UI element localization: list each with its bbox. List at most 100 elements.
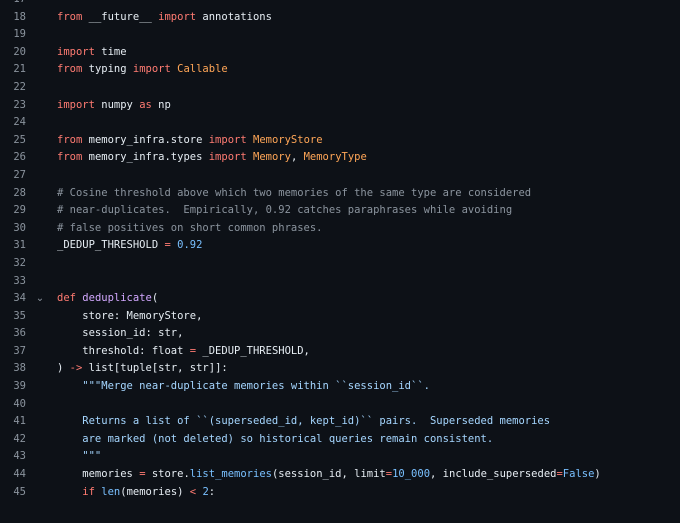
code-token: False	[562, 468, 595, 481]
code-line: 19	[0, 26, 680, 44]
code-line: 31 _DEDUP_THRESHOLD = 0.92	[0, 237, 680, 255]
line-number: 35	[13, 309, 26, 322]
code-text: from memory_infra.types import Memory, M…	[57, 149, 367, 167]
line-number: 45	[13, 485, 26, 498]
code-text: def deduplicate(	[57, 290, 158, 308]
code-token: """Merge near-duplicate memories within …	[57, 380, 430, 393]
chevron-down-icon[interactable]: ⌄	[34, 290, 46, 308]
line-number: 36	[13, 327, 26, 340]
code-token: typing	[82, 63, 133, 76]
code-token: )	[57, 362, 70, 375]
code-text: _DEDUP_THRESHOLD = 0.92	[57, 237, 202, 255]
code-line: 38) -> list[tuple[str, str]]:	[0, 360, 680, 378]
code-line: 43 """	[0, 448, 680, 466]
code-token: import	[57, 45, 95, 58]
code-text: Returns a list of ``(superseded_id, kept…	[57, 413, 550, 431]
line-number: 32	[13, 256, 26, 269]
code-token: _DEDUP_THRESHOLD	[57, 239, 165, 252]
code-text: """	[57, 448, 101, 466]
code-token: store: MemoryStore,	[57, 309, 203, 322]
code-line: 24	[0, 114, 680, 132]
code-line: 29 # near-duplicates. Empirically, 0.92 c…	[0, 202, 680, 220]
code-line: 27	[0, 167, 680, 185]
code-token: """	[57, 450, 102, 463]
line-number: 26	[13, 151, 26, 164]
code-token: len	[101, 485, 121, 498]
code-token: MemoryType	[303, 151, 367, 164]
code-line: 37 threshold: float = _DEDUP_THRESHOLD,	[0, 343, 680, 361]
line-number: 29	[13, 204, 26, 217]
line-number: 43	[13, 450, 26, 463]
code-text: store: MemoryStore,	[57, 308, 202, 326]
code-token: as	[139, 98, 152, 111]
code-line: 41 Returns a list of ``(superseded_id, k…	[0, 413, 680, 431]
code-text: from __future__ import annotations	[57, 9, 272, 27]
line-number: 28	[13, 186, 26, 199]
line-number: 38	[13, 362, 26, 375]
line-number: 25	[13, 133, 26, 146]
code-view: 1718 from __future__ import annotations 19…	[0, 0, 680, 501]
code-text: # Cosine threshold above which two memor…	[57, 185, 531, 203]
line-number: 41	[13, 415, 26, 428]
code-token: memory_infra.types	[82, 151, 209, 164]
code-token: MemoryStore	[253, 133, 323, 146]
code-text: """Merge near-duplicate memories within …	[57, 378, 430, 396]
code-line: 21 from typing import Callable	[0, 61, 680, 79]
code-text: memories = store.list_memories(session_i…	[57, 466, 600, 484]
line-number: 44	[13, 468, 26, 481]
code-token: memory_infra.store	[82, 133, 209, 146]
code-token: list[tuple[str, str]]:	[82, 362, 228, 375]
code-token: import	[158, 10, 197, 23]
code-token: session_id: str,	[57, 327, 184, 340]
code-line: 40	[0, 396, 680, 414]
code-token: Memory	[253, 151, 291, 164]
code-token: from	[57, 10, 83, 23]
code-token: # near-duplicates. Empirically, 0.92 cat…	[57, 204, 513, 217]
code-token: import	[208, 151, 247, 164]
code-token: (session_id, limit	[271, 468, 386, 481]
code-token: ->	[69, 362, 83, 375]
line-number: 21	[13, 63, 26, 76]
line-number: 27	[13, 168, 26, 181]
code-line: 23 import numpy as np	[0, 97, 680, 115]
code-text: threshold: float = _DEDUP_THRESHOLD,	[57, 343, 310, 361]
line-number: 37	[13, 344, 26, 357]
code-token: __future__	[82, 10, 159, 23]
code-token: :	[208, 485, 216, 498]
code-line: 18 from __future__ import annotations	[0, 9, 680, 27]
code-token: _DEDUP_THRESHOLD,	[196, 344, 310, 357]
code-line: 36 session_id: str,	[0, 325, 680, 343]
code-line: 35 store: MemoryStore,	[0, 308, 680, 326]
code-token: Returns a list of ``(superseded_id, kept…	[57, 415, 551, 428]
code-line: 33	[0, 273, 680, 291]
code-text: ) -> list[tuple[str, str]]:	[57, 360, 228, 378]
code-token: numpy	[94, 98, 140, 111]
code-line: 25 from memory_infra.store import MemoryS…	[0, 132, 680, 150]
line-number: 20	[13, 45, 26, 58]
line-number: 22	[13, 80, 26, 93]
code-line: 22	[0, 79, 680, 97]
line-number: 30	[13, 221, 26, 234]
line-number: 42	[13, 432, 26, 445]
code-line: 26 from memory_infra.types import Memory,…	[0, 149, 680, 167]
code-token: # Cosine threshold above which two memor…	[57, 186, 532, 199]
code-text: session_id: str,	[57, 325, 183, 343]
code-line: 32	[0, 255, 680, 273]
code-line: 34 ⌄ def deduplicate(	[0, 290, 680, 308]
code-token: deduplicate	[82, 292, 152, 305]
code-text: if len(memories) < 2:	[57, 484, 215, 502]
code-token: from	[57, 151, 83, 164]
code-token: import	[57, 98, 95, 111]
code-text: import time	[57, 44, 127, 62]
code-token: import	[132, 63, 171, 76]
code-token: if	[82, 485, 95, 498]
code-token: np	[151, 98, 171, 111]
code-token: time	[94, 45, 127, 58]
code-token: ,	[290, 151, 304, 164]
code-token: (	[151, 292, 159, 305]
code-text: # false positives on short common phrase…	[57, 220, 323, 238]
code-line: 44 memories = store.list_memories(sessio…	[0, 466, 680, 484]
line-number: 34	[13, 292, 26, 305]
code-line: 17	[0, 0, 680, 9]
